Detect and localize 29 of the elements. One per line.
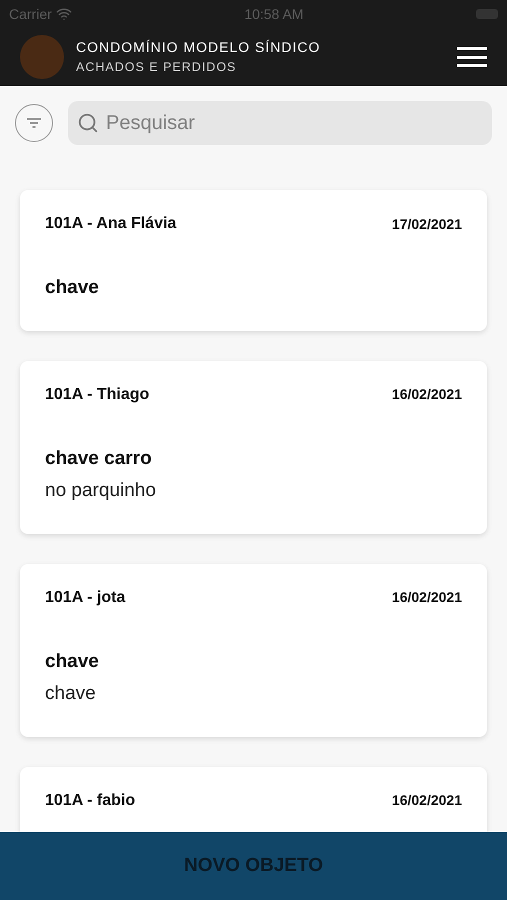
- item-description: no parquinho: [45, 479, 157, 503]
- owner-label: 101A - Thiago: [45, 384, 150, 404]
- menu-button[interactable]: [457, 47, 487, 67]
- item-name: chave: [45, 650, 100, 674]
- owner-label: 101A - Ana Flávia: [45, 214, 176, 234]
- item-card[interactable]: 101A - Thiago 16/02/2021 chave carro no parquinho: [20, 360, 487, 534]
- page-subtitle: ACHADOS E PERDIDOS: [76, 59, 238, 76]
- search-field[interactable]: Pesquisar: [68, 101, 492, 145]
- status-time: 10:58 AM: [244, 4, 304, 24]
- date-label: 16/02/2021: [392, 588, 462, 607]
- date-label: 16/02/2021: [392, 791, 462, 810]
- item-card[interactable]: 101A - Ana Flávia 17/02/2021 chave: [20, 190, 487, 330]
- battery-icon: [476, 9, 498, 19]
- wifi-icon: [56, 6, 72, 22]
- avatar: [20, 35, 64, 79]
- date-label: 17/02/2021: [392, 214, 462, 234]
- item-card[interactable]: 101A - fabio 16/02/2021: [20, 766, 487, 832]
- filter-icon: [26, 117, 42, 129]
- item-description: chave: [45, 682, 97, 706]
- filter-button[interactable]: [15, 104, 53, 142]
- date-label: 16/02/2021: [392, 385, 462, 404]
- search-icon: [77, 112, 99, 134]
- item-name: chave carro: [45, 446, 153, 470]
- owner-label: 101A - jota: [45, 588, 126, 608]
- item-name: chave: [45, 276, 100, 300]
- carrier-label: Carrier: [9, 4, 52, 24]
- owner-label: 101A - fabio: [45, 790, 136, 810]
- item-card[interactable]: 101A - jota 16/02/2021 chave chave: [20, 564, 487, 736]
- app-title: CONDOMÍNIO MODELO SÍNDICO: [76, 38, 322, 58]
